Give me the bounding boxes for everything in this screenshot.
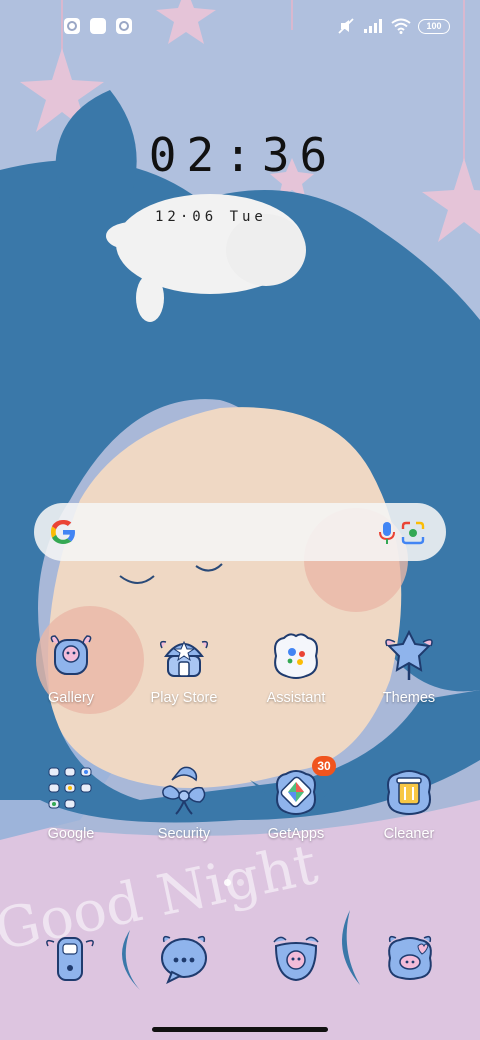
- security-icon: [162, 766, 206, 815]
- app-label: Gallery: [48, 690, 94, 706]
- assistant-icon: [274, 633, 318, 679]
- app-gallery[interactable]: Gallery: [16, 630, 126, 740]
- wifi-icon: [391, 18, 411, 34]
- google-search-bar[interactable]: [34, 503, 446, 561]
- app-label: Cleaner: [383, 826, 435, 842]
- app-play-store[interactable]: Play Store: [129, 630, 239, 740]
- messages-icon[interactable]: [158, 932, 210, 984]
- play-store-icon: [159, 640, 209, 677]
- square-notification-icon: [90, 18, 106, 34]
- google-g-icon: [51, 520, 75, 544]
- page-dot-active: [224, 879, 231, 886]
- app-getapps[interactable]: 30 GetApps: [241, 756, 351, 876]
- lens-icon[interactable]: [400, 520, 426, 546]
- camera-icon[interactable]: [270, 932, 322, 984]
- notification-badge: 30: [312, 756, 336, 776]
- app-security[interactable]: Security: [129, 766, 239, 876]
- mute-icon: [338, 18, 354, 34]
- app-assistant[interactable]: Assistant: [241, 630, 351, 740]
- app-themes[interactable]: Themes: [354, 630, 464, 740]
- app-notification-icon: [116, 18, 132, 34]
- status-bar: 100: [0, 0, 480, 56]
- gesture-navigation-bar[interactable]: [152, 1027, 328, 1032]
- mic-icon[interactable]: [375, 520, 399, 546]
- app-label: Assistant: [266, 690, 326, 706]
- page-dot: [237, 879, 244, 886]
- app-label: Google: [47, 826, 95, 842]
- battery-level: 100: [426, 21, 442, 31]
- getapps-icon: [276, 770, 316, 815]
- app-label: Play Store: [150, 690, 218, 706]
- cleaner-icon: [387, 770, 431, 815]
- app-notification-icon: [64, 18, 80, 34]
- date-widget[interactable]: 12·06 Tue: [155, 209, 267, 225]
- app-label: Themes: [382, 690, 436, 706]
- clock-widget[interactable]: 02:36: [0, 128, 480, 182]
- page-indicator: [224, 879, 244, 886]
- signal-icon: [364, 19, 382, 33]
- google-folder-icon: [48, 767, 92, 809]
- gallery-icon: [50, 635, 92, 675]
- app-label: GetApps: [267, 826, 325, 842]
- app-google-folder[interactable]: Google: [16, 766, 126, 876]
- browser-icon[interactable]: [384, 932, 436, 984]
- battery-indicator: 100: [418, 18, 450, 34]
- phone-icon[interactable]: [44, 932, 96, 984]
- themes-icon: [385, 630, 433, 680]
- app-label: Security: [157, 826, 211, 842]
- app-cleaner[interactable]: Cleaner: [354, 766, 464, 876]
